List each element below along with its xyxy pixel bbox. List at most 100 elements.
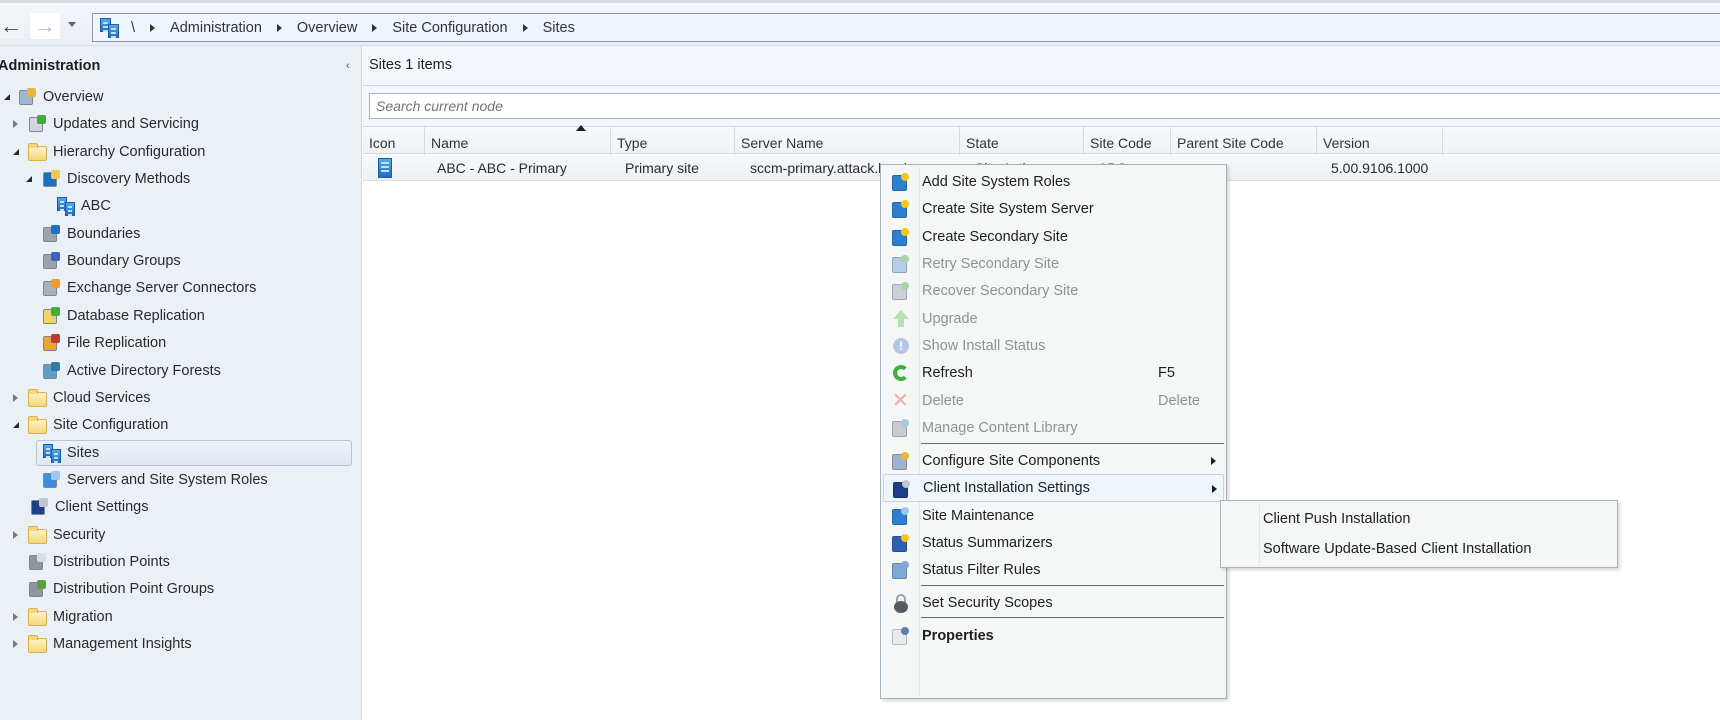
- tree-item-sites[interactable]: Sites: [36, 439, 352, 466]
- menu-item-client-installation-settings[interactable]: Client Installation Settings: [883, 474, 1224, 502]
- database-replication-icon: [42, 306, 62, 326]
- tree-item-file-replication[interactable]: File Replication: [42, 330, 166, 356]
- breadcrumb-separator-icon[interactable]: [150, 23, 156, 32]
- expanded-arrow-icon[interactable]: [13, 422, 19, 429]
- client-installation-icon: [892, 479, 912, 499]
- tree-item-active-directory-forests[interactable]: Active Directory Forests: [42, 358, 221, 384]
- tree-item-exchange-server-connectors[interactable]: Exchange Server Connectors: [42, 275, 256, 301]
- menu-item-upgrade[interactable]: Upgrade: [883, 305, 1224, 333]
- shortcut-label: Delete: [1158, 393, 1200, 409]
- tree-item-cloud-services[interactable]: Cloud Services: [13, 385, 151, 411]
- tree-item-boundary-groups[interactable]: Boundary Groups: [42, 248, 181, 274]
- menu-item-label: Manage Content Library: [922, 420, 1078, 436]
- breadcrumb-separator-icon[interactable]: [522, 23, 528, 32]
- tree-item-migration[interactable]: Migration: [13, 604, 113, 630]
- history-dropdown-icon[interactable]: [68, 22, 76, 27]
- column-header-version[interactable]: Version: [1317, 127, 1443, 155]
- collapsed-arrow-icon[interactable]: [13, 530, 18, 539]
- tree-item-label: Migration: [53, 608, 113, 625]
- collapsed-arrow-icon[interactable]: [13, 640, 18, 648]
- recover-secondary-site-icon: [891, 281, 911, 301]
- menu-item-status-summarizers[interactable]: Status Summarizers: [883, 529, 1224, 557]
- column-headers: Icon Name Type Server Name State Site Co…: [363, 125, 1720, 155]
- column-header-parent-site-code[interactable]: Parent Site Code: [1171, 127, 1317, 155]
- tree-item-overview[interactable]: Overview: [4, 84, 103, 110]
- menu-item-configure-site-components[interactable]: Configure Site Components: [883, 447, 1224, 475]
- menu-item-create-site-system-server[interactable]: Create Site System Server: [883, 195, 1224, 223]
- distribution-points-icon: [28, 552, 48, 572]
- tree-item-label: Client Settings: [55, 499, 149, 516]
- tree-item-label: Hierarchy Configuration: [53, 143, 206, 160]
- expanded-arrow-icon[interactable]: [26, 176, 32, 183]
- retry-secondary-site-icon: [891, 254, 911, 274]
- menu-item-site-maintenance[interactable]: Site Maintenance: [883, 502, 1224, 530]
- breadcrumb-overview[interactable]: Overview: [297, 20, 357, 36]
- tree-item-boundaries[interactable]: Boundaries: [42, 221, 140, 247]
- tree-item-abc[interactable]: ABC: [56, 193, 111, 219]
- menu-item-status-filter-rules[interactable]: Status Filter Rules: [883, 556, 1224, 584]
- search-input[interactable]: [369, 93, 1720, 119]
- menu-item-label: Site Maintenance: [922, 508, 1035, 524]
- submenu-arrow-icon: [1211, 457, 1216, 465]
- breadcrumb-separator-icon[interactable]: [276, 23, 282, 32]
- cell-type: Primary site: [625, 160, 699, 176]
- menu-item-add-site-system-roles[interactable]: Add Site System Roles: [883, 168, 1224, 196]
- menu-item-delete[interactable]: ✕ Delete Delete: [883, 387, 1224, 415]
- back-button[interactable]: ←: [0, 13, 24, 39]
- tree-item-label: Boundaries: [67, 225, 141, 242]
- tree-item-security[interactable]: Security: [13, 522, 105, 548]
- breadcrumb-sites[interactable]: Sites: [543, 20, 575, 36]
- breadcrumb: \ Administration Overview Site Configura…: [92, 13, 1720, 42]
- menu-item-label: Status Filter Rules: [922, 562, 1041, 578]
- column-header-icon[interactable]: Icon: [363, 127, 425, 155]
- menu-separator: [921, 443, 1224, 444]
- collapsed-arrow-icon[interactable]: [13, 612, 18, 621]
- collapsed-arrow-icon[interactable]: [13, 120, 18, 129]
- menu-item-manage-content-library[interactable]: Manage Content Library: [883, 414, 1224, 442]
- menu-item-show-install-status[interactable]: ! Show Install Status: [883, 332, 1224, 360]
- breadcrumb-site-configuration[interactable]: Site Configuration: [392, 20, 507, 36]
- breadcrumb-administration[interactable]: Administration: [170, 20, 262, 36]
- tree-item-database-replication[interactable]: Database Replication: [42, 303, 205, 329]
- tree-item-hierarchy-configuration[interactable]: Hierarchy Configuration: [13, 139, 206, 165]
- menu-item-software-update-based-client-installation[interactable]: Software Update-Based Client Installatio…: [1263, 535, 1531, 563]
- tree-item-servers-and-site-system-roles[interactable]: Servers and Site System Roles: [42, 467, 268, 493]
- column-header-type[interactable]: Type: [611, 127, 735, 155]
- column-header-site-code[interactable]: Site Code: [1084, 127, 1171, 155]
- collapsed-arrow-icon[interactable]: [13, 393, 18, 402]
- menu-item-recover-secondary-site[interactable]: Recover Secondary Site: [883, 277, 1224, 305]
- tree-item-client-settings[interactable]: Client Settings: [30, 494, 149, 520]
- menu-item-refresh[interactable]: Refresh F5: [883, 359, 1224, 387]
- results-title: Sites 1 items: [369, 57, 452, 73]
- sites-root-icon: [99, 17, 121, 39]
- menu-item-create-secondary-site[interactable]: Create Secondary Site: [883, 223, 1224, 251]
- expanded-arrow-icon[interactable]: [13, 148, 19, 155]
- menu-item-label: Retry Secondary Site: [922, 256, 1060, 272]
- tree-item-distribution-point-groups[interactable]: Distribution Point Groups: [28, 576, 214, 602]
- tree-item-label: ABC: [81, 198, 111, 215]
- expanded-arrow-icon[interactable]: [4, 94, 10, 100]
- site-icon: [56, 196, 76, 217]
- column-header-state[interactable]: State: [960, 127, 1084, 155]
- tree-item-discovery-methods[interactable]: Discovery Methods: [26, 166, 190, 192]
- breadcrumb-separator-icon[interactable]: [372, 23, 378, 32]
- forward-button[interactable]: →: [30, 13, 60, 39]
- tree-item-label: Boundary Groups: [67, 253, 181, 270]
- menu-item-set-security-scopes[interactable]: Set Security Scopes: [883, 589, 1224, 617]
- tree-item-management-insights[interactable]: Management Insights: [13, 631, 192, 657]
- menu-separator: [921, 585, 1224, 586]
- menu-item-properties[interactable]: Properties: [883, 622, 1224, 650]
- collapse-pane-icon[interactable]: ‹: [346, 60, 350, 72]
- tree-item-site-configuration[interactable]: Site Configuration: [13, 412, 168, 438]
- menu-item-client-push-installation[interactable]: Client Push Installation: [1263, 505, 1411, 533]
- column-header-server-name[interactable]: Server Name: [735, 127, 960, 155]
- folder-icon: [28, 525, 48, 545]
- workspace-title: Administration: [0, 58, 101, 74]
- breadcrumb-root[interactable]: \: [131, 20, 135, 36]
- tree-item-updates-and-servicing[interactable]: Updates and Servicing: [13, 111, 199, 137]
- menu-item-retry-secondary-site[interactable]: Retry Secondary Site: [883, 250, 1224, 278]
- menu-item-label: Properties: [922, 628, 994, 644]
- column-header-name[interactable]: Name: [425, 125, 611, 155]
- submenu-arrow-icon: [1212, 485, 1217, 493]
- tree-item-distribution-points[interactable]: Distribution Points: [28, 549, 170, 575]
